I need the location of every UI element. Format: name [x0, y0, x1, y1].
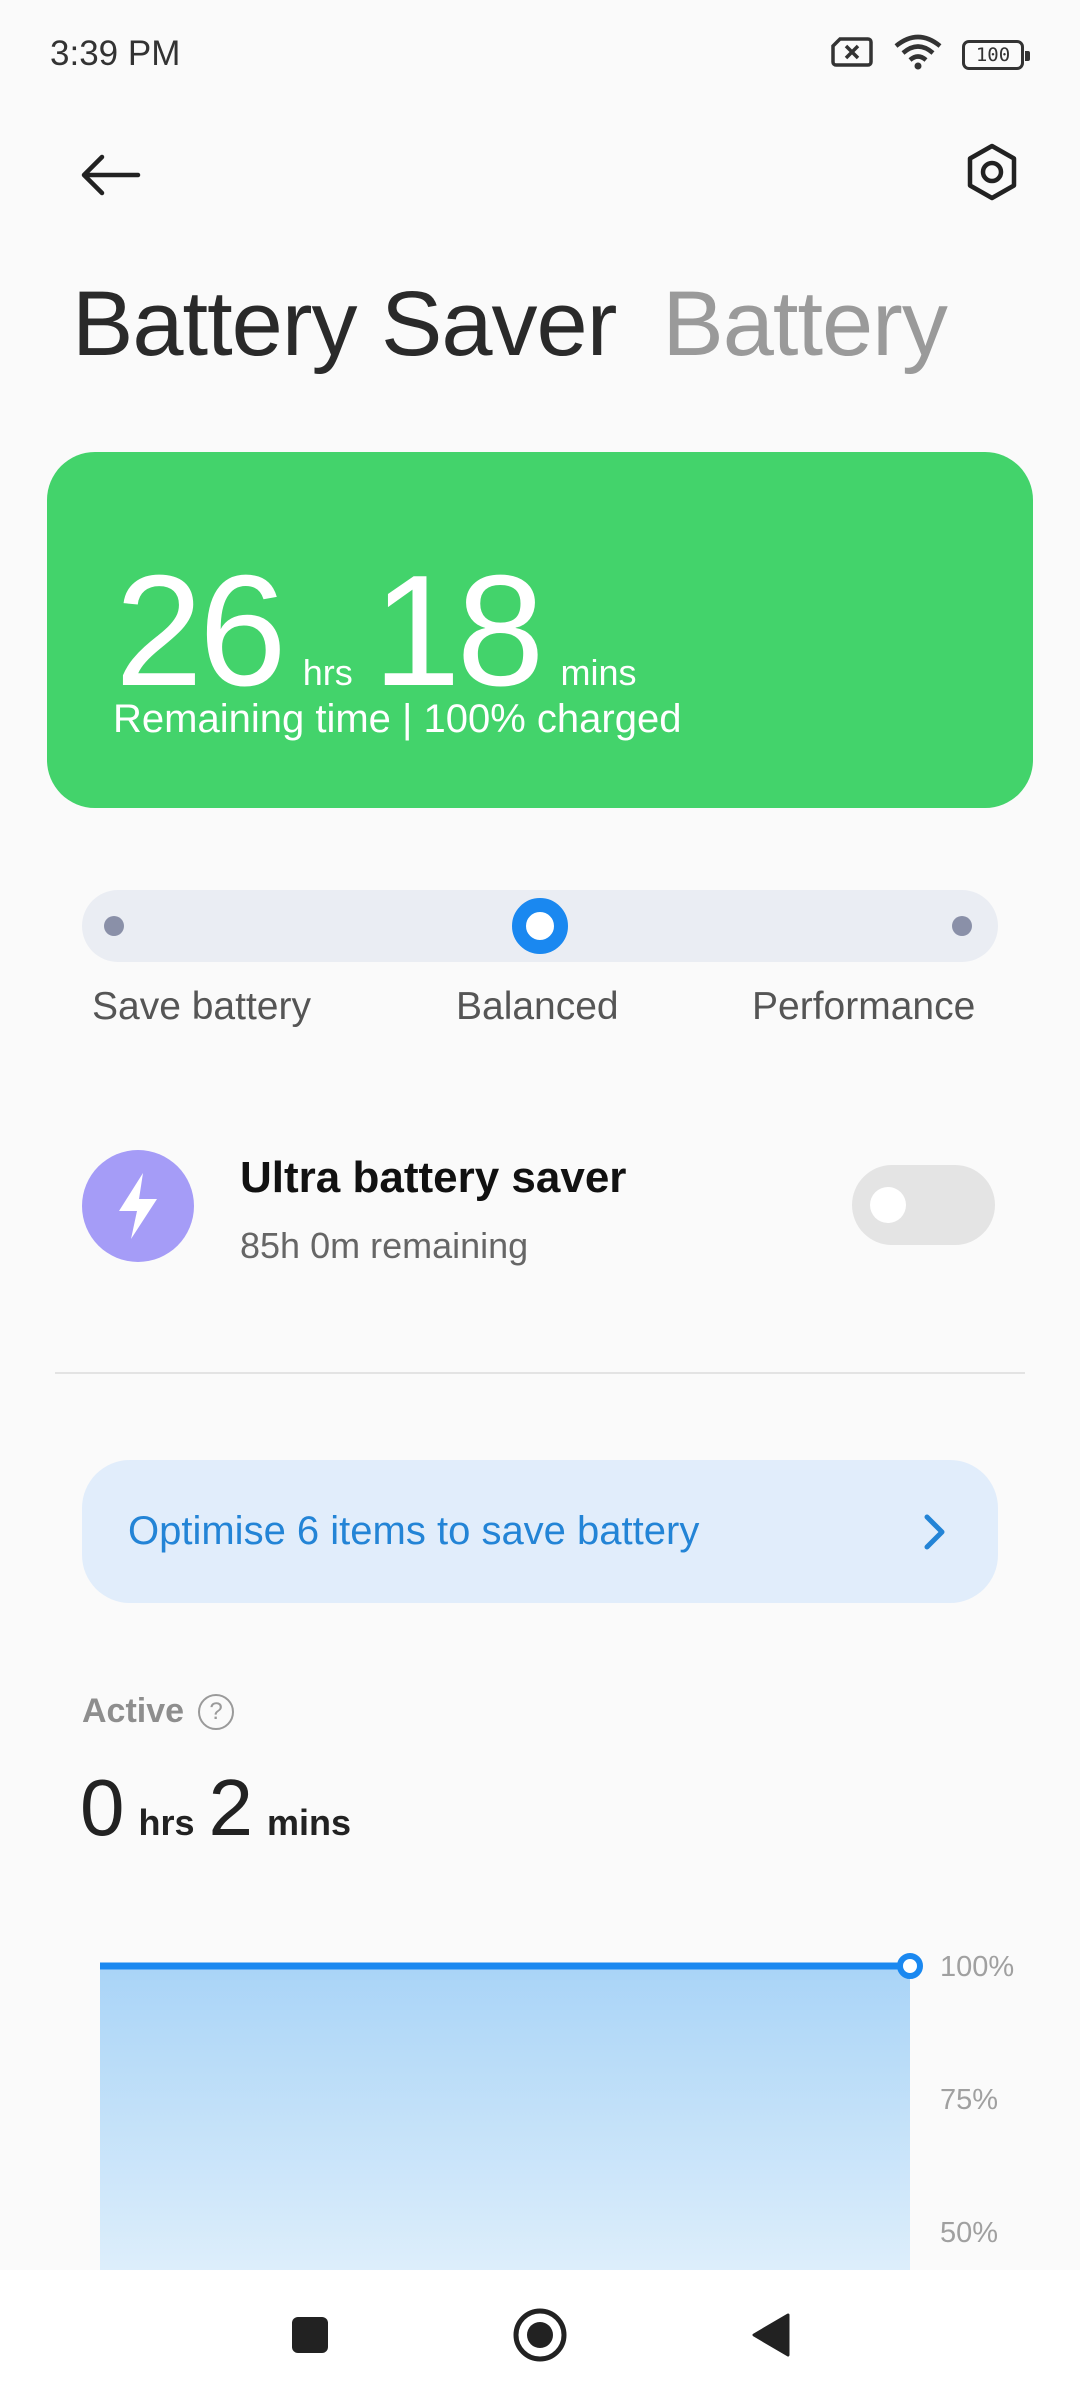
chevron-right-icon — [924, 1514, 945, 1549]
lightning-icon — [119, 1173, 157, 1239]
divider — [55, 1372, 1025, 1374]
arrow-left-icon — [81, 154, 141, 196]
ultra-saver-toggle[interactable] — [852, 1165, 995, 1245]
help-icon[interactable]: ? — [198, 1693, 235, 1730]
wifi-icon — [894, 34, 942, 75]
ultra-saver-subtitle: 85h 0m remaining — [240, 1225, 529, 1266]
y-tick-label: 75% — [940, 2084, 998, 2116]
y-tick-label: 100% — [940, 1951, 1014, 1983]
tab-battery-saver[interactable]: Battery Saver — [72, 272, 617, 377]
battery-chart-svg: 100% 75% 50% — [100, 1951, 1014, 2270]
minutes-unit: mins — [560, 652, 637, 693]
active-label-row: Active ? — [82, 1692, 235, 1731]
remaining-minutes: 18 — [372, 543, 545, 719]
tab-battery[interactable]: Battery — [662, 272, 947, 377]
home-circle-icon — [513, 2308, 567, 2362]
optimise-banner[interactable]: Optimise 6 items to save battery — [82, 1460, 998, 1603]
back-nav-button[interactable] — [730, 2295, 810, 2375]
active-minutes-unit: mins — [267, 1802, 352, 1843]
recents-square-icon — [292, 2317, 328, 2353]
ultra-saver-title: Ultra battery saver — [240, 1153, 627, 1202]
ultra-saver-icon-wrap — [82, 1150, 194, 1262]
remaining-subtitle: Remaining time | 100% charged — [113, 697, 682, 741]
mode-dot-performance[interactable] — [952, 916, 972, 936]
battery-area-fill — [100, 1966, 910, 2270]
status-time: 3:39 PM — [50, 34, 181, 73]
active-label: Active — [82, 1692, 185, 1730]
mode-slider[interactable] — [82, 890, 998, 962]
recents-button[interactable] — [270, 2295, 350, 2375]
remaining-hours: 26 — [115, 543, 287, 719]
mode-dot-save-battery[interactable] — [104, 916, 124, 936]
battery-line-endpoint — [897, 1953, 923, 1979]
back-button[interactable] — [70, 135, 150, 215]
mode-label-performance[interactable]: Performance — [752, 985, 975, 1029]
mode-label-save-battery[interactable]: Save battery — [92, 985, 311, 1029]
remaining-time: 26 hrs 18 mins — [115, 552, 657, 710]
hexagon-gear-icon — [967, 143, 1017, 201]
system-nav-bar — [0, 2270, 1080, 2400]
status-icons: 100 — [830, 34, 1030, 75]
y-tick-label: 50% — [940, 2217, 998, 2249]
active-hours-unit: hrs — [138, 1802, 195, 1843]
battery-level-chart: 100% 75% 50% — [0, 1920, 1080, 2270]
optimise-text: Optimise 6 items to save battery — [128, 1509, 700, 1553]
remaining-time-card: 26 hrs 18 mins Remaining time | 100% cha… — [47, 452, 1033, 808]
mode-label-balanced[interactable]: Balanced — [456, 985, 619, 1029]
active-time: 0 hrs 2 mins — [80, 1762, 365, 1854]
active-hours: 0 — [80, 1763, 125, 1852]
active-minutes: 2 — [208, 1763, 254, 1852]
mode-dot-balanced[interactable] — [512, 898, 568, 954]
hours-unit: hrs — [302, 652, 353, 693]
header-tabs: Battery Saver Battery — [72, 272, 948, 377]
back-triangle-icon — [752, 2313, 790, 2357]
home-button[interactable] — [500, 2295, 580, 2375]
toggle-knob — [870, 1187, 906, 1223]
battery-icon: 100 — [962, 39, 1030, 70]
sim-blocked-icon — [830, 35, 874, 74]
settings-button[interactable] — [952, 132, 1032, 212]
